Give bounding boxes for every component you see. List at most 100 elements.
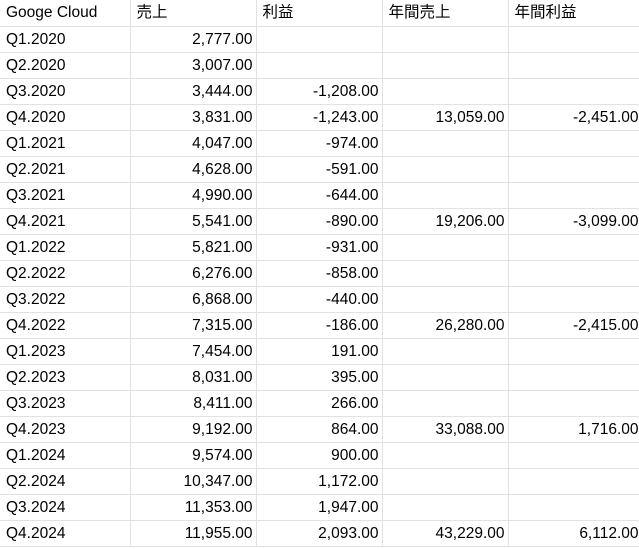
- header-cell-revenue[interactable]: 売上: [130, 0, 257, 27]
- cell-quarter[interactable]: Q1.2022: [0, 234, 131, 261]
- cell-quarter[interactable]: Q4.2021: [0, 208, 131, 235]
- cell-revenue[interactable]: 8,411.00: [130, 390, 257, 417]
- cell-profit[interactable]: 266.00: [256, 390, 383, 417]
- cell-annual-revenue[interactable]: [382, 78, 509, 105]
- cell-profit[interactable]: -1,208.00: [256, 78, 383, 105]
- cell-annual-profit[interactable]: [508, 52, 639, 79]
- cell-quarter[interactable]: Q2.2023: [0, 364, 131, 391]
- cell-quarter[interactable]: Q2.2022: [0, 260, 131, 287]
- cell-annual-revenue[interactable]: [382, 26, 509, 53]
- cell-annual-profit[interactable]: [508, 442, 639, 469]
- cell-quarter[interactable]: Q3.2022: [0, 286, 131, 313]
- header-cell-profit[interactable]: 利益: [256, 0, 383, 27]
- cell-revenue[interactable]: 6,868.00: [130, 286, 257, 313]
- cell-annual-revenue[interactable]: [382, 338, 509, 365]
- cell-quarter[interactable]: Q3.2024: [0, 494, 131, 521]
- cell-annual-profit[interactable]: -2,451.00: [508, 104, 639, 131]
- cell-annual-profit[interactable]: -2,415.00: [508, 312, 639, 339]
- cell-quarter[interactable]: Q3.2021: [0, 182, 131, 209]
- cell-annual-revenue[interactable]: [382, 390, 509, 417]
- cell-profit[interactable]: -591.00: [256, 156, 383, 183]
- cell-annual-profit[interactable]: [508, 78, 639, 105]
- cell-quarter[interactable]: Q4.2023: [0, 416, 131, 443]
- cell-quarter[interactable]: Q1.2024: [0, 442, 131, 469]
- cell-revenue[interactable]: 9,574.00: [130, 442, 257, 469]
- cell-annual-profit[interactable]: [508, 494, 639, 521]
- cell-annual-profit[interactable]: [508, 156, 639, 183]
- cell-revenue[interactable]: 10,347.00: [130, 468, 257, 495]
- cell-profit[interactable]: -186.00: [256, 312, 383, 339]
- cell-revenue[interactable]: 5,821.00: [130, 234, 257, 261]
- cell-annual-profit[interactable]: [508, 364, 639, 391]
- cell-annual-profit[interactable]: [508, 260, 639, 287]
- cell-revenue[interactable]: 11,955.00: [130, 520, 257, 547]
- cell-profit[interactable]: 1,947.00: [256, 494, 383, 521]
- cell-profit[interactable]: [256, 52, 383, 79]
- cell-profit[interactable]: -858.00: [256, 260, 383, 287]
- cell-revenue[interactable]: 8,031.00: [130, 364, 257, 391]
- cell-profit[interactable]: -440.00: [256, 286, 383, 313]
- cell-profit[interactable]: 191.00: [256, 338, 383, 365]
- cell-quarter[interactable]: Q4.2022: [0, 312, 131, 339]
- cell-annual-revenue[interactable]: [382, 364, 509, 391]
- header-cell-name[interactable]: Googe Cloud: [0, 0, 131, 27]
- cell-annual-profit[interactable]: [508, 234, 639, 261]
- cell-annual-profit[interactable]: [508, 130, 639, 157]
- cell-annual-revenue[interactable]: [382, 494, 509, 521]
- cell-quarter[interactable]: Q4.2024: [0, 520, 131, 547]
- cell-profit[interactable]: -931.00: [256, 234, 383, 261]
- cell-revenue[interactable]: 4,628.00: [130, 156, 257, 183]
- cell-revenue[interactable]: 7,454.00: [130, 338, 257, 365]
- cell-profit[interactable]: -644.00: [256, 182, 383, 209]
- cell-annual-revenue[interactable]: 13,059.00: [382, 104, 509, 131]
- cell-annual-revenue[interactable]: 19,206.00: [382, 208, 509, 235]
- cell-annual-profit[interactable]: 6,112.00: [508, 520, 639, 547]
- cell-annual-revenue[interactable]: 26,280.00: [382, 312, 509, 339]
- cell-annual-revenue[interactable]: [382, 286, 509, 313]
- header-cell-annual-profit[interactable]: 年間利益: [508, 0, 639, 27]
- cell-annual-profit[interactable]: [508, 390, 639, 417]
- cell-revenue[interactable]: 3,444.00: [130, 78, 257, 105]
- cell-annual-revenue[interactable]: [382, 182, 509, 209]
- cell-annual-revenue[interactable]: [382, 130, 509, 157]
- cell-quarter[interactable]: Q1.2020: [0, 26, 131, 53]
- cell-revenue[interactable]: 4,047.00: [130, 130, 257, 157]
- cell-revenue[interactable]: 4,990.00: [130, 182, 257, 209]
- cell-profit[interactable]: 395.00: [256, 364, 383, 391]
- cell-annual-profit[interactable]: [508, 182, 639, 209]
- cell-quarter[interactable]: Q4.2020: [0, 104, 131, 131]
- cell-profit[interactable]: 864.00: [256, 416, 383, 443]
- cell-quarter[interactable]: Q1.2023: [0, 338, 131, 365]
- cell-quarter[interactable]: Q3.2023: [0, 390, 131, 417]
- cell-profit[interactable]: -890.00: [256, 208, 383, 235]
- cell-revenue[interactable]: 3,007.00: [130, 52, 257, 79]
- cell-quarter[interactable]: Q3.2020: [0, 78, 131, 105]
- cell-annual-revenue[interactable]: [382, 260, 509, 287]
- cell-annual-revenue[interactable]: [382, 442, 509, 469]
- cell-revenue[interactable]: 3,831.00: [130, 104, 257, 131]
- cell-annual-revenue[interactable]: [382, 52, 509, 79]
- cell-quarter[interactable]: Q2.2020: [0, 52, 131, 79]
- cell-quarter[interactable]: Q2.2024: [0, 468, 131, 495]
- cell-annual-revenue[interactable]: 33,088.00: [382, 416, 509, 443]
- cell-profit[interactable]: -974.00: [256, 130, 383, 157]
- cell-revenue[interactable]: 9,192.00: [130, 416, 257, 443]
- cell-revenue[interactable]: 2,777.00: [130, 26, 257, 53]
- cell-revenue[interactable]: 6,276.00: [130, 260, 257, 287]
- cell-revenue[interactable]: 11,353.00: [130, 494, 257, 521]
- cell-annual-profit[interactable]: [508, 468, 639, 495]
- cell-revenue[interactable]: 7,315.00: [130, 312, 257, 339]
- cell-profit[interactable]: 2,093.00: [256, 520, 383, 547]
- cell-annual-revenue[interactable]: 43,229.00: [382, 520, 509, 547]
- cell-annual-profit[interactable]: [508, 286, 639, 313]
- cell-profit[interactable]: -1,243.00: [256, 104, 383, 131]
- cell-quarter[interactable]: Q2.2021: [0, 156, 131, 183]
- cell-profit[interactable]: 1,172.00: [256, 468, 383, 495]
- cell-annual-revenue[interactable]: [382, 156, 509, 183]
- cell-profit[interactable]: 900.00: [256, 442, 383, 469]
- cell-revenue[interactable]: 5,541.00: [130, 208, 257, 235]
- cell-annual-profit[interactable]: [508, 338, 639, 365]
- cell-annual-profit[interactable]: 1,716.00: [508, 416, 639, 443]
- cell-quarter[interactable]: Q1.2021: [0, 130, 131, 157]
- cell-annual-revenue[interactable]: [382, 234, 509, 261]
